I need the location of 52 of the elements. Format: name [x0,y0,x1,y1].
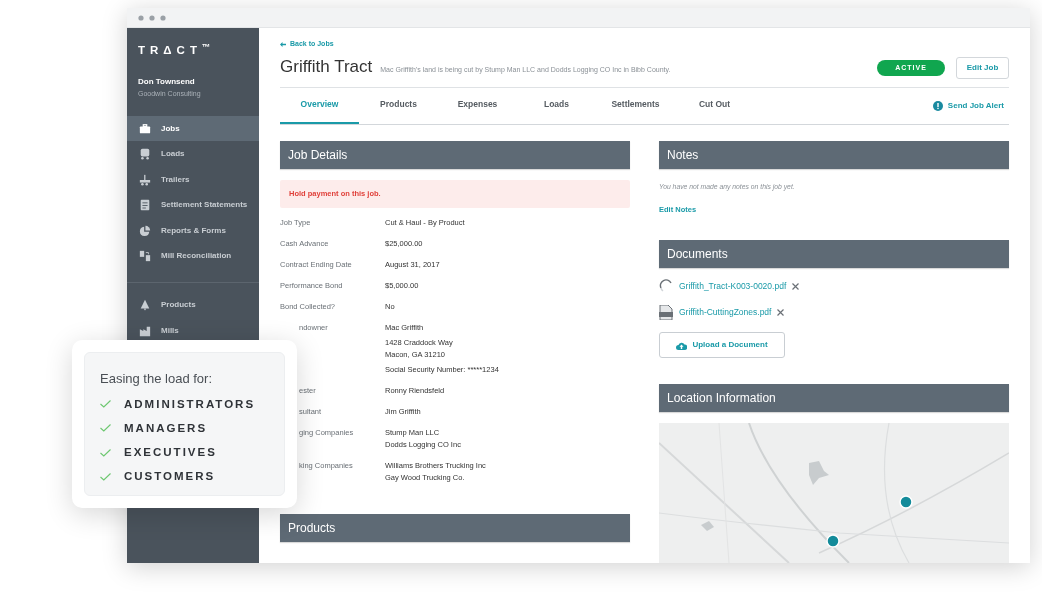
alert-icon [932,100,943,111]
tab[interactable]: Products [359,88,438,124]
upload-button[interactable]: Upload a Document [659,332,785,358]
section-heading: Documents [659,240,1009,268]
tab[interactable]: Overview [280,88,359,124]
nav-item[interactable]: Loads [127,141,259,167]
checkmark-icon [100,472,111,481]
briefcase-icon [139,122,151,135]
truck-icon [139,148,151,160]
document-icon [139,199,151,211]
spinner-icon [659,279,673,293]
promo-item: EXECUTIVES [124,445,217,460]
user-name: Don Townsend [138,76,196,89]
tree-icon [139,298,151,311]
close-icon[interactable] [792,282,800,290]
tab[interactable]: Settlements [596,88,675,124]
cloud-upload-icon [676,340,688,350]
logo: TRΔCT$^{™}$ [138,42,217,58]
promo-item: MANAGERS [124,420,208,436]
close-icon[interactable] [777,309,785,316]
nav-item[interactable]: Products [127,295,259,314]
nav-item[interactable]: Trailers [127,166,259,193]
nav-item[interactable]: Mills [127,321,259,340]
nav-item[interactable]: Reports & Forms [127,217,259,244]
file-link[interactable]: Griffith_Tract-K003-0020.pdf [679,279,787,293]
section-heading: Products [280,513,630,542]
tab[interactable]: Expenses [438,88,517,124]
nav-item[interactable]: Mill Reconciliation [127,243,259,269]
nav-item[interactable]: Jobs [127,115,259,142]
section-heading: Job Details [280,140,630,169]
factory-icon [139,324,151,337]
promo-item: CUSTOMERS [124,469,216,485]
section-heading: Notes [659,140,1009,169]
checkmark-icon [100,424,111,433]
promo-title: Easing the load for: [100,370,214,388]
tab[interactable]: Loads [517,88,596,124]
page-title: Griffith Tract [280,55,373,78]
arrow-left-icon [280,41,286,47]
tab[interactable]: Cut Out [675,88,754,124]
nav-item[interactable]: Settlement Statements [127,192,259,218]
files-icon [139,250,151,262]
window-dots-icon [138,14,166,21]
checkmark-icon [100,400,111,409]
pie-chart-icon [139,224,151,237]
section-heading: Location Information [659,384,1009,412]
pdf-file-icon [659,305,673,320]
file-link[interactable]: Griffith-CuttingZones.pdf [679,306,772,319]
checkmark-icon [100,448,111,457]
send-alert-link[interactable]: Send Job Alert [932,99,1004,112]
trailer-icon [139,173,151,186]
promo-item: ADMINISTRATORS [124,396,256,412]
edit-job-button[interactable]: Edit Job [956,57,1009,79]
